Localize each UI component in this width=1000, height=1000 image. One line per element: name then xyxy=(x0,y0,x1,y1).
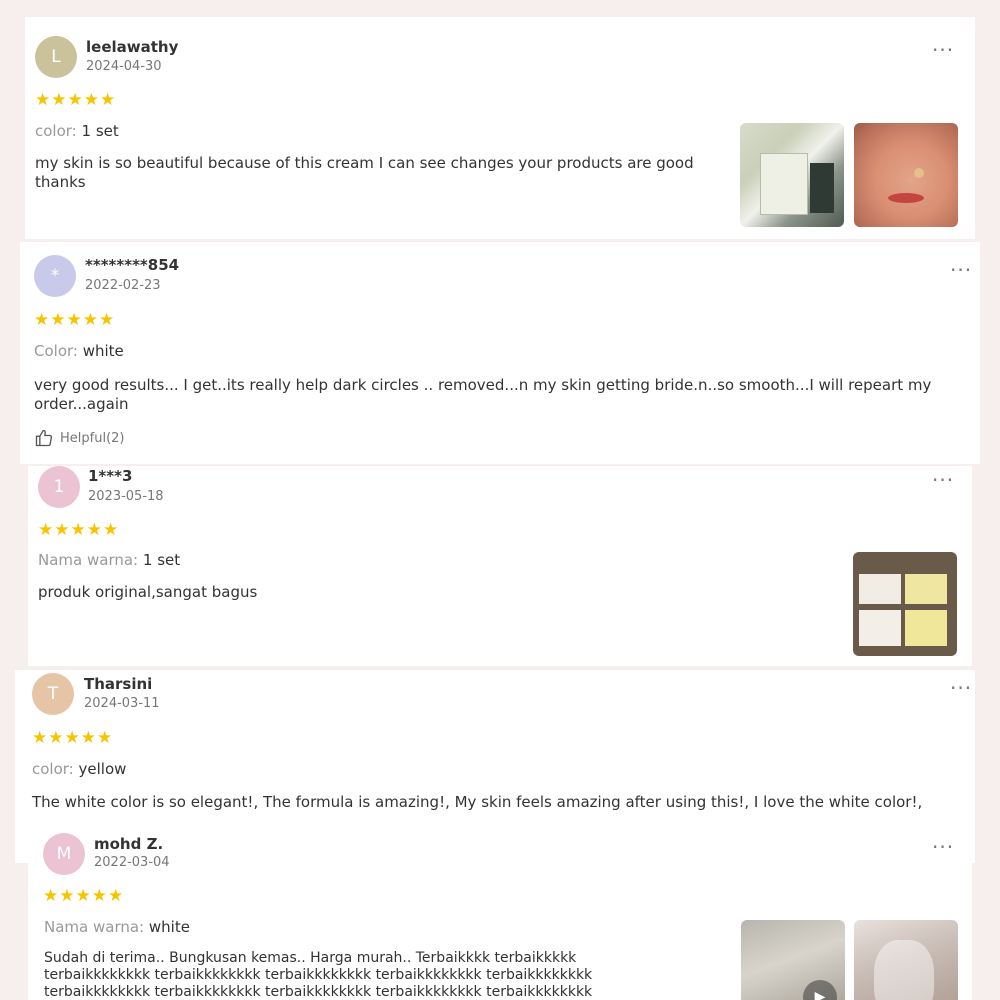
review-variant: Color: white xyxy=(34,342,124,360)
avatar[interactable]: L xyxy=(35,36,77,78)
star-rating: ★★★★★ xyxy=(34,310,116,330)
variant-value: white xyxy=(82,342,124,360)
variant-value: 1 set xyxy=(142,551,181,569)
review-photo[interactable] xyxy=(853,552,957,656)
review-date: 2024-03-11 xyxy=(84,696,160,711)
review-date: 2022-03-04 xyxy=(94,855,170,870)
review-variant: Nama warna: white xyxy=(44,918,190,936)
review-username: 1***3 xyxy=(88,467,133,485)
more-options-icon[interactable]: ··· xyxy=(950,678,972,698)
review-card: 1 1***3 2023-05-18 ··· ★★★★★ Nama warna:… xyxy=(28,466,972,666)
review-card: * ********854 2022-02-23 ··· ★★★★★ Color… xyxy=(20,242,980,464)
star-rating: ★★★★★ xyxy=(32,728,114,748)
variant-value: 1 set xyxy=(81,122,119,140)
review-variant: color: 1 set xyxy=(35,122,119,140)
review-text: produk original,sangat bagus xyxy=(38,583,258,601)
play-icon[interactable]: ▶ xyxy=(803,980,837,1000)
review-username: ********854 xyxy=(85,256,180,274)
review-text: The white color is so elegant!, The form… xyxy=(32,793,923,811)
review-photo[interactable]: ▶ xyxy=(741,920,845,1000)
review-variant: color: yellow xyxy=(32,760,126,778)
review-photo[interactable] xyxy=(740,123,844,227)
variant-label: Nama warna: xyxy=(44,918,145,936)
review-date: 2023-05-18 xyxy=(88,489,164,504)
review-card: M mohd Z. 2022-03-04 ··· ★★★★★ Nama warn… xyxy=(28,825,972,1000)
variant-label: color: xyxy=(35,122,77,140)
star-rating: ★★★★★ xyxy=(43,886,125,906)
helpful-count: Helpful(2) xyxy=(60,430,125,446)
variant-label: Nama warna: xyxy=(38,551,139,569)
review-text: my skin is so beautiful because of this … xyxy=(35,154,694,191)
more-options-icon[interactable]: ··· xyxy=(932,837,954,857)
review-date: 2024-04-30 xyxy=(86,59,162,74)
helpful-button[interactable]: Helpful(2) xyxy=(34,428,124,448)
review-date: 2022-02-23 xyxy=(85,278,161,293)
more-options-icon[interactable]: ··· xyxy=(932,40,954,60)
review-text: very good results... I get..its really h… xyxy=(34,376,932,413)
review-text: Sudah di terima.. Bungkusan kemas.. Harg… xyxy=(44,950,593,1000)
variant-label: Color: xyxy=(34,342,78,360)
review-photo[interactable] xyxy=(854,920,958,1000)
more-options-icon[interactable]: ··· xyxy=(932,470,954,490)
review-username: leelawathy xyxy=(86,38,179,56)
review-username: Tharsini xyxy=(84,675,153,693)
review-variant: Nama warna: 1 set xyxy=(38,551,180,569)
review-username: mohd Z. xyxy=(94,835,164,853)
avatar[interactable]: * xyxy=(34,255,76,297)
avatar[interactable]: T xyxy=(32,673,74,715)
review-photo[interactable] xyxy=(854,123,958,227)
variant-label: color: xyxy=(32,760,74,778)
thumbs-up-icon xyxy=(35,429,53,447)
avatar[interactable]: M xyxy=(43,833,85,875)
star-rating: ★★★★★ xyxy=(38,520,120,540)
star-rating: ★★★★★ xyxy=(35,90,117,110)
variant-value: white xyxy=(148,918,190,936)
more-options-icon[interactable]: ··· xyxy=(950,260,972,280)
avatar[interactable]: 1 xyxy=(38,466,80,508)
variant-value: yellow xyxy=(78,760,127,778)
review-card: L leelawathy 2024-04-30 ··· ★★★★★ color:… xyxy=(25,17,975,239)
